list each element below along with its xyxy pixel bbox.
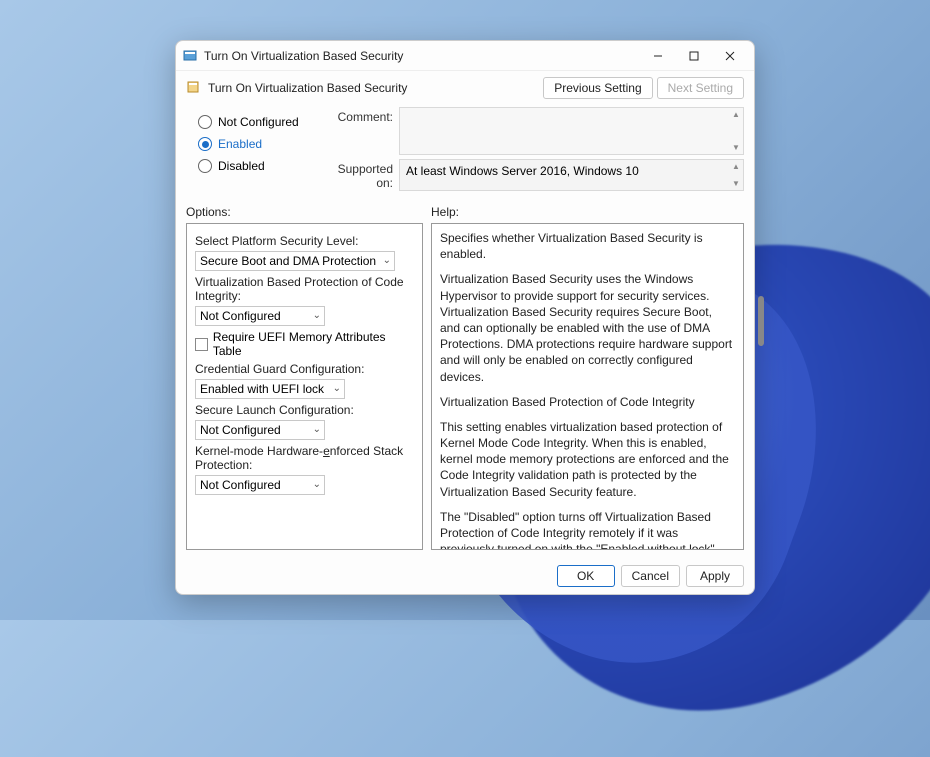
minimize-button[interactable] [640,42,676,70]
help-panel: Specifies whether Virtualization Based S… [431,223,744,550]
credential-guard-label: Credential Guard Configuration: [195,362,414,376]
help-paragraph: Virtualization Based Protection of Code … [440,394,735,410]
comment-textbox[interactable]: ▲ ▼ [399,107,744,155]
apply-button[interactable]: Apply [686,565,744,587]
combo-value: Not Configured [200,309,281,323]
radio-label: Not Configured [218,115,299,129]
supported-on-box: At least Windows Server 2016, Windows 10… [399,159,744,191]
chevron-down-icon: ⌄ [313,479,321,490]
checkbox-label: Require UEFI Memory Attributes Table [213,330,414,358]
radio-label: Enabled [218,137,262,151]
chevron-down-icon: ⌄ [383,255,391,266]
combo-value: Not Configured [200,423,281,437]
previous-setting-button[interactable]: Previous Setting [543,77,652,99]
kernel-stack-protection-combo[interactable]: Not Configured ⌄ [195,475,325,495]
scroll-up-icon[interactable]: ▲ [731,110,741,119]
ok-button[interactable]: OK [557,565,615,587]
secure-launch-label: Secure Launch Configuration: [195,403,414,417]
radio-not-configured[interactable]: Not Configured [198,111,313,133]
radio-icon [198,137,212,151]
help-text: Specifies whether Virtualization Based S… [440,230,735,550]
radio-label: Disabled [218,159,265,173]
radio-icon [198,159,212,173]
maximize-button[interactable] [676,42,712,70]
platform-security-level-label: Select Platform Security Level: [195,234,414,248]
vbpci-label: Virtualization Based Protection of Code … [195,275,414,303]
help-paragraph: Virtualization Based Security uses the W… [440,271,735,384]
help-paragraph: The "Disabled" option turns off Virtuali… [440,509,735,550]
close-button[interactable] [712,42,748,70]
combo-value: Not Configured [200,478,281,492]
policy-title: Turn On Virtualization Based Security [208,81,543,95]
dialog-footer: OK Cancel Apply [176,558,754,594]
radio-icon [198,115,212,129]
window-icon [182,48,198,64]
chevron-down-icon: ⌄ [313,310,321,321]
help-section-label: Help: [431,205,459,219]
combo-value: Enabled with UEFI lock [200,382,324,396]
supported-on-label: Supported on: [319,159,399,190]
supported-on-value: At least Windows Server 2016, Windows 10 [406,164,639,178]
scroll-down-icon[interactable]: ▼ [731,179,741,188]
help-paragraph: This setting enables virtualization base… [440,419,735,500]
secure-launch-combo[interactable]: Not Configured ⌄ [195,420,325,440]
checkbox-icon [195,338,208,351]
uefi-attributes-checkbox[interactable]: Require UEFI Memory Attributes Table [195,330,414,358]
titlebar: Turn On Virtualization Based Security [176,41,754,71]
policy-icon [186,80,202,96]
chevron-down-icon: ⌄ [313,424,321,435]
options-panel: Select Platform Security Level: Secure B… [186,223,423,550]
kernel-stack-protection-label: Kernel-mode Hardware-enforced Stack Prot… [195,444,414,472]
chevron-down-icon: ⌄ [333,383,341,394]
subheader: Turn On Virtualization Based Security Pr… [176,71,754,105]
radio-disabled[interactable]: Disabled [198,155,313,177]
options-section-label: Options: [186,205,431,219]
state-radio-group: Not Configured Enabled Disabled [198,107,313,195]
next-setting-button[interactable]: Next Setting [657,77,744,99]
cancel-button[interactable]: Cancel [621,565,680,587]
scrollbar-thumb[interactable] [758,296,764,346]
window-title: Turn On Virtualization Based Security [204,49,640,63]
platform-security-level-combo[interactable]: Secure Boot and DMA Protection ⌄ [195,251,395,271]
scroll-down-icon[interactable]: ▼ [731,143,741,152]
combo-value: Secure Boot and DMA Protection [200,254,376,268]
scroll-up-icon[interactable]: ▲ [731,162,741,171]
policy-dialog-window: Turn On Virtualization Based Security Tu… [175,40,755,595]
radio-enabled[interactable]: Enabled [198,133,313,155]
vbpci-combo[interactable]: Not Configured ⌄ [195,306,325,326]
help-paragraph: Specifies whether Virtualization Based S… [440,230,735,262]
comment-label: Comment: [319,107,399,124]
credential-guard-combo[interactable]: Enabled with UEFI lock ⌄ [195,379,345,399]
